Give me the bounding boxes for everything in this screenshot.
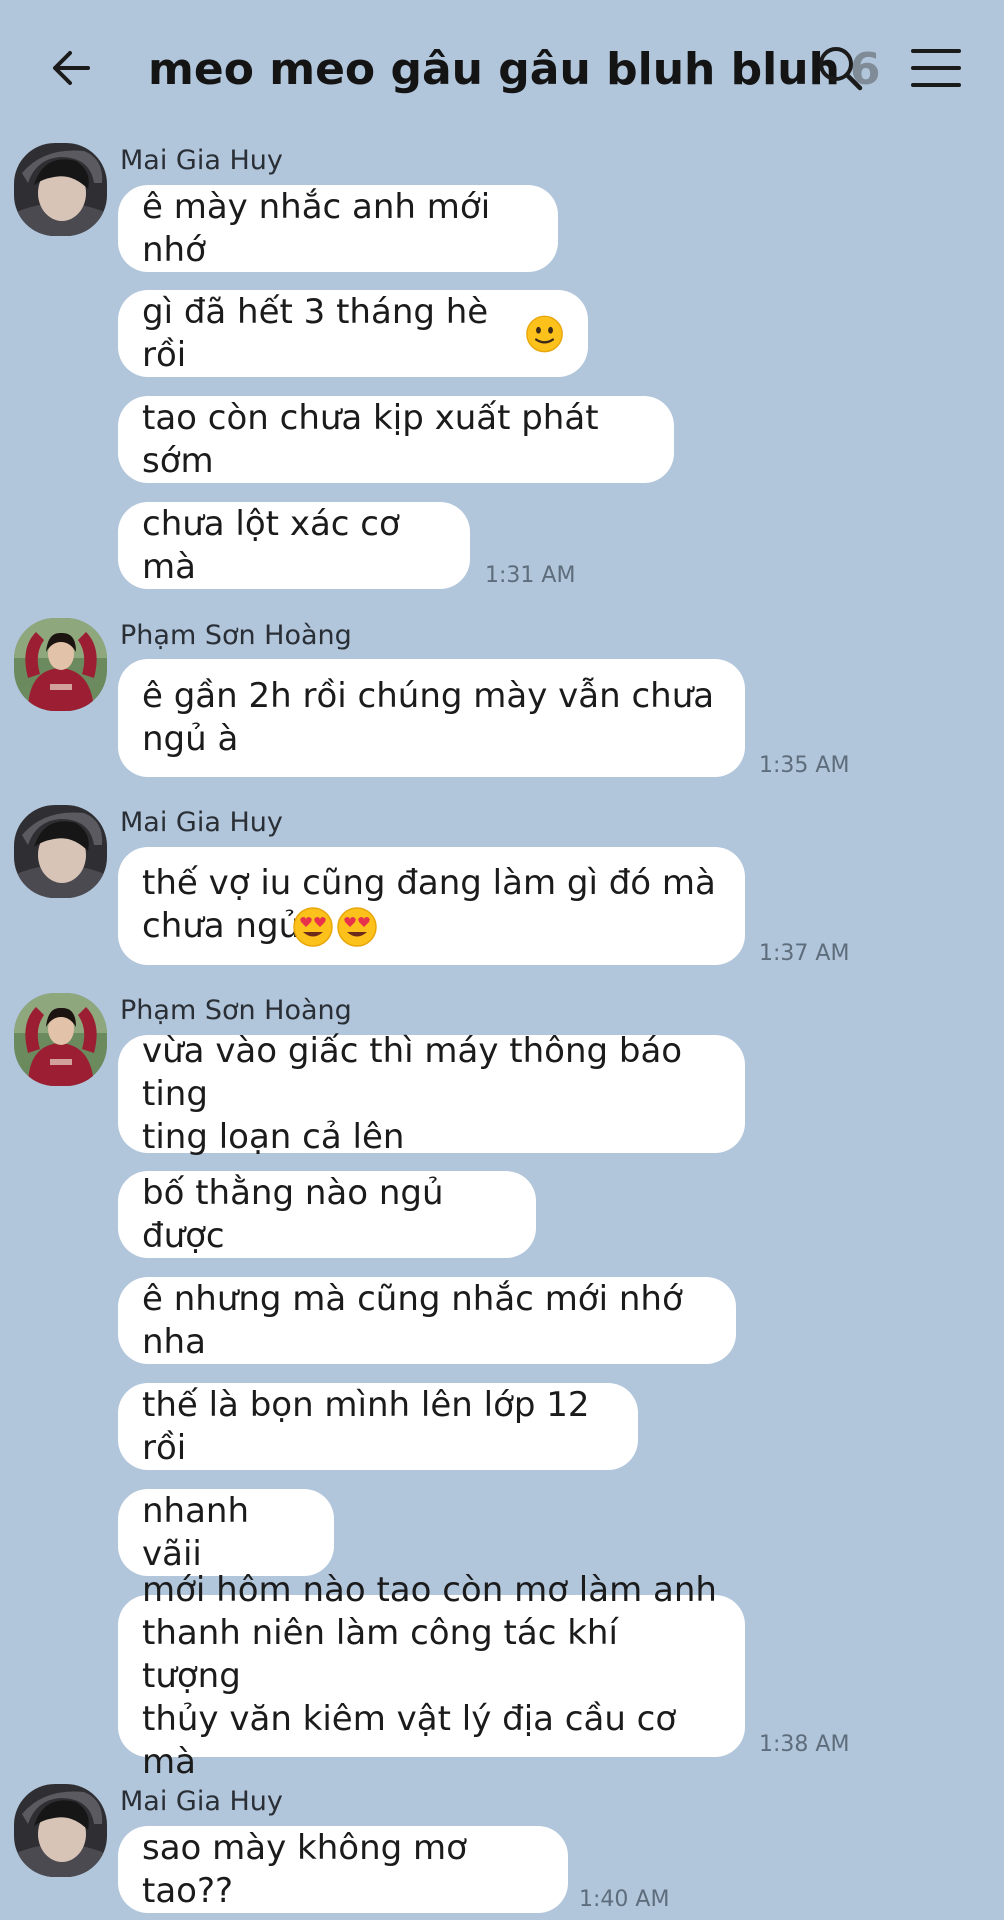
chat-screen: meo meo gâu gâu bluh bluh 6 Mai Gia Huy ê… <box>0 0 1004 1920</box>
arrow-left-icon <box>53 51 90 85</box>
message-bubble[interactable]: thế là bọn mình lên lớp 12 rồi <box>118 1383 638 1470</box>
message-text: mới hôm nào tao còn mơ làm anh thanh niê… <box>142 1569 717 1782</box>
message-timestamp: 1:35 AM <box>759 753 850 778</box>
message-text: bố thằng nào ngủ được <box>142 1172 444 1256</box>
search-icon <box>819 47 863 91</box>
group-name: meo meo gâu gâu bluh bluh <box>148 44 840 95</box>
heart-eyes-emoji <box>337 907 377 947</box>
sender-name: Mai Gia Huy <box>120 1786 283 1817</box>
slightly-smiling-face-emoji <box>526 315 563 352</box>
message-text: chưa lột xác cơ mà <box>142 503 400 587</box>
message-timestamp: 1:40 AM <box>579 1887 670 1912</box>
message-bubble[interactable]: nhanh vãii <box>118 1489 334 1576</box>
message-timestamp: 1:31 AM <box>485 563 576 588</box>
message-text: sao mày không mơ tao?? <box>142 1827 467 1911</box>
sender-name: Mai Gia Huy <box>120 145 283 176</box>
message-bubble[interactable]: tao còn chưa kịp xuất phát sớm <box>118 396 674 483</box>
message-text: ê mày nhắc anh mới nhớ <box>142 186 491 270</box>
message-text: ê nhưng mà cũng nhắc mới nhớ nha <box>142 1278 683 1362</box>
avatar-mai-gia-huy[interactable] <box>14 1784 107 1877</box>
message-timestamp: 1:37 AM <box>759 941 850 966</box>
menu-button[interactable] <box>896 32 976 104</box>
message-text: nhanh vãii <box>142 1490 250 1574</box>
message-bubble[interactable]: sao mày không mơ tao?? <box>118 1826 568 1913</box>
sender-name: Phạm Sơn Hoàng <box>120 620 352 651</box>
message-bubble[interactable]: ê nhưng mà cũng nhắc mới nhớ nha <box>118 1277 736 1364</box>
hamburger-menu-icon <box>911 49 961 87</box>
message-bubble[interactable]: chưa lột xác cơ mà <box>118 502 470 589</box>
message-text: vừa vào giấc thì máy thông báo ting ting… <box>142 1030 683 1157</box>
message-text: tao còn chưa kịp xuất phát sớm <box>142 397 599 481</box>
avatar-mai-gia-huy[interactable] <box>14 143 107 236</box>
message-bubble[interactable]: mới hôm nào tao còn mơ làm anh thanh niê… <box>118 1570 745 1782</box>
message-text: ê gần 2h rồi chúng mày vẫn chưa ngủ à <box>142 676 715 759</box>
avatar-pham-son-hoang[interactable] <box>14 993 107 1086</box>
message-text: thế là bọn mình lên lớp 12 rồi <box>142 1384 590 1468</box>
chat-header: meo meo gâu gâu bluh bluh 6 <box>0 0 1004 140</box>
chat-title[interactable]: meo meo gâu gâu bluh bluh 6 <box>148 40 881 100</box>
message-timestamp: 1:38 AM <box>759 1732 850 1757</box>
search-button[interactable] <box>800 32 880 104</box>
message-bubble[interactable]: gì đã hết 3 tháng hè rồi <box>118 290 588 377</box>
message-bubble[interactable]: vừa vào giấc thì máy thông báo ting ting… <box>118 1031 745 1157</box>
sender-name: Mai Gia Huy <box>120 807 283 838</box>
sender-name: Phạm Sơn Hoàng <box>120 995 352 1026</box>
message-text: gì đã hết 3 tháng hè rồi <box>142 291 489 375</box>
message-bubble[interactable]: thế vợ iu cũng đang làm gì đó mà chưa ng… <box>118 847 745 965</box>
back-button[interactable] <box>36 32 108 104</box>
message-bubble[interactable]: ê gần 2h rồi chúng mày vẫn chưa ngủ à <box>118 659 745 777</box>
avatar-mai-gia-huy[interactable] <box>14 805 107 898</box>
heart-eyes-emoji <box>293 907 333 947</box>
message-bubble[interactable]: ê mày nhắc anh mới nhớ <box>118 185 558 272</box>
heart-eyes-emoji-pair <box>292 906 378 948</box>
avatar-pham-son-hoang[interactable] <box>14 618 107 711</box>
message-text: thế vợ iu cũng đang làm gì đó mà chưa ng… <box>142 863 716 946</box>
message-bubble[interactable]: bố thằng nào ngủ được <box>118 1171 536 1258</box>
